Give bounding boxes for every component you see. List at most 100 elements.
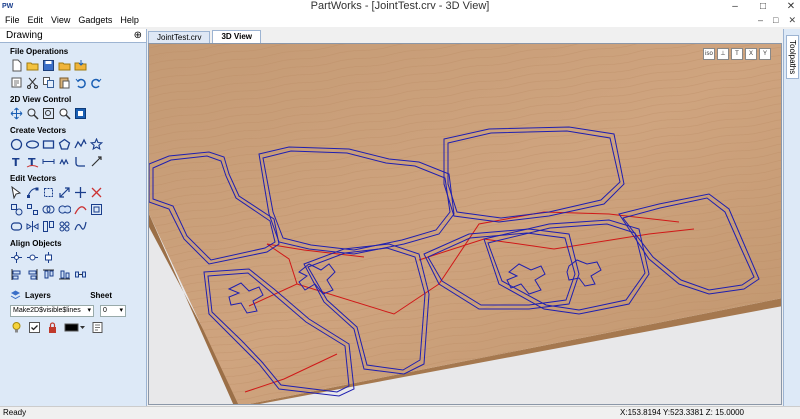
transform-icon[interactable] [42, 186, 55, 199]
minimize-button[interactable]: – [728, 0, 742, 13]
tab-jointtest-crv[interactable]: JointTest.crv [148, 31, 211, 43]
text-on-curve-icon[interactable]: T [26, 155, 39, 168]
section-edit-vectors: Edit Vectors [10, 174, 57, 183]
layers-icon [10, 289, 21, 302]
polygon-icon[interactable] [58, 138, 71, 151]
star-icon[interactable] [90, 138, 103, 151]
join-icon[interactable] [42, 203, 55, 216]
panel-title: Drawing [6, 30, 43, 41]
doc-close-button[interactable]: ✕ [788, 13, 796, 27]
align-vertical-center-icon[interactable] [42, 251, 55, 264]
array-icon[interactable] [58, 220, 71, 233]
align-center-icon[interactable] [10, 251, 23, 264]
view-control-row [0, 105, 146, 122]
menu-edit[interactable]: Edit [24, 13, 48, 27]
doc-minimize-button[interactable]: – [758, 13, 763, 27]
redo-icon[interactable] [90, 76, 103, 89]
pin-icon[interactable]: ⊕ [134, 30, 142, 41]
pan-icon[interactable] [10, 107, 23, 120]
move-icon[interactable] [74, 186, 87, 199]
wood-grain [149, 44, 781, 404]
save-icon[interactable] [42, 59, 55, 72]
scale-icon[interactable] [58, 186, 71, 199]
polyline-icon[interactable] [74, 138, 87, 151]
trim-icon[interactable] [90, 186, 103, 199]
select-icon[interactable] [10, 186, 23, 199]
fit-view-icon[interactable] [74, 107, 87, 120]
menu-gadgets[interactable]: Gadgets [74, 13, 116, 27]
open-folder-icon[interactable] [26, 59, 39, 72]
drawing-panel: Drawing ⊕ File Operations 2D View Contro… [0, 29, 147, 406]
cursor-coordinates: X:153.8194 Y:523.3381 Z: 15.0000 [620, 408, 744, 417]
align-objects-row-2 [0, 266, 146, 283]
job-setup-icon[interactable] [10, 76, 23, 89]
dimension-icon[interactable] [42, 155, 55, 168]
menu-bar: File Edit View Gadgets Help – □ ✕ [0, 13, 800, 27]
distribute-icon[interactable] [74, 268, 87, 281]
y-view-button[interactable]: Y [759, 48, 771, 60]
front-view-button[interactable]: ⊥ [717, 48, 729, 60]
mirror-icon[interactable] [26, 220, 39, 233]
copy-icon[interactable] [42, 76, 55, 89]
align-bottom-icon[interactable] [58, 268, 71, 281]
weld-icon[interactable] [58, 203, 71, 216]
lock-icon[interactable] [46, 321, 59, 334]
chevron-down-icon: ▾ [87, 307, 91, 314]
menu-help[interactable]: Help [116, 13, 143, 27]
tab-3d-view[interactable]: 3D View [212, 30, 262, 43]
x-view-button[interactable]: X [745, 48, 757, 60]
top-view-button[interactable]: T [731, 48, 743, 60]
maximize-button[interactable]: □ [756, 0, 770, 13]
spline-icon[interactable] [74, 220, 87, 233]
nest-icon[interactable] [42, 220, 55, 233]
layer-color-swatch[interactable] [64, 321, 86, 334]
menu-view[interactable]: View [47, 13, 74, 27]
visibility-checkbox[interactable] [28, 321, 41, 334]
dogbone-icon[interactable] [58, 155, 71, 168]
doc-restore-button[interactable]: □ [773, 13, 778, 27]
section-view-control: 2D View Control [10, 95, 72, 104]
section-file-operations: File Operations [10, 47, 69, 56]
iso-view-button[interactable]: iso [703, 48, 715, 60]
ellipse-icon[interactable] [26, 138, 39, 151]
rounded-rect-icon[interactable] [10, 220, 23, 233]
fillet-icon[interactable] [74, 155, 87, 168]
align-top-icon[interactable] [42, 268, 55, 281]
curve-icon[interactable] [74, 203, 87, 216]
align-right-icon[interactable] [26, 268, 39, 281]
document-tabs: JointTest.crv 3D View [148, 29, 263, 43]
zoom-extents-icon[interactable] [26, 107, 39, 120]
create-vectors-row-1 [0, 136, 146, 153]
undo-icon[interactable] [74, 76, 87, 89]
toolpaths-tab[interactable]: Toolpaths [786, 35, 799, 79]
zoom-icon[interactable] [58, 107, 71, 120]
align-left-icon[interactable] [10, 268, 23, 281]
cut-icon[interactable] [26, 76, 39, 89]
paste-icon[interactable] [58, 76, 71, 89]
import-icon[interactable] [74, 59, 87, 72]
layer-properties-icon[interactable] [91, 321, 104, 334]
offset-icon[interactable] [90, 203, 103, 216]
layer-sheet-selectors: Make2D$visible$lines ▾ 0 ▾ [0, 302, 146, 317]
layer-dropdown-value: Make2D$visible$lines [13, 307, 81, 314]
align-horizontal-center-icon[interactable] [26, 251, 39, 264]
title-bar: PW PartWorks - [JointTest.crv - 3D View]… [0, 0, 800, 13]
draw-line-icon[interactable] [90, 155, 103, 168]
rectangle-icon[interactable] [42, 138, 55, 151]
sheet-dropdown[interactable]: 0 ▾ [100, 305, 126, 317]
layers-label: Layers [25, 291, 51, 300]
node-edit-icon[interactable] [26, 186, 39, 199]
circle-icon[interactable] [10, 138, 23, 151]
ungroup-icon[interactable] [26, 203, 39, 216]
3d-view-canvas[interactable]: iso ⊥ T X Y [148, 43, 782, 405]
panel-header: Drawing ⊕ [0, 29, 146, 43]
close-button[interactable]: ✕ [784, 0, 798, 13]
text-icon[interactable]: T [10, 155, 23, 168]
menu-file[interactable]: File [0, 13, 24, 27]
zoom-box-icon[interactable] [42, 107, 55, 120]
light-bulb-icon[interactable] [10, 321, 23, 334]
group-icon[interactable] [10, 203, 23, 216]
new-file-icon[interactable] [10, 59, 23, 72]
layer-dropdown[interactable]: Make2D$visible$lines ▾ [10, 305, 94, 317]
open-recent-icon[interactable] [58, 59, 71, 72]
